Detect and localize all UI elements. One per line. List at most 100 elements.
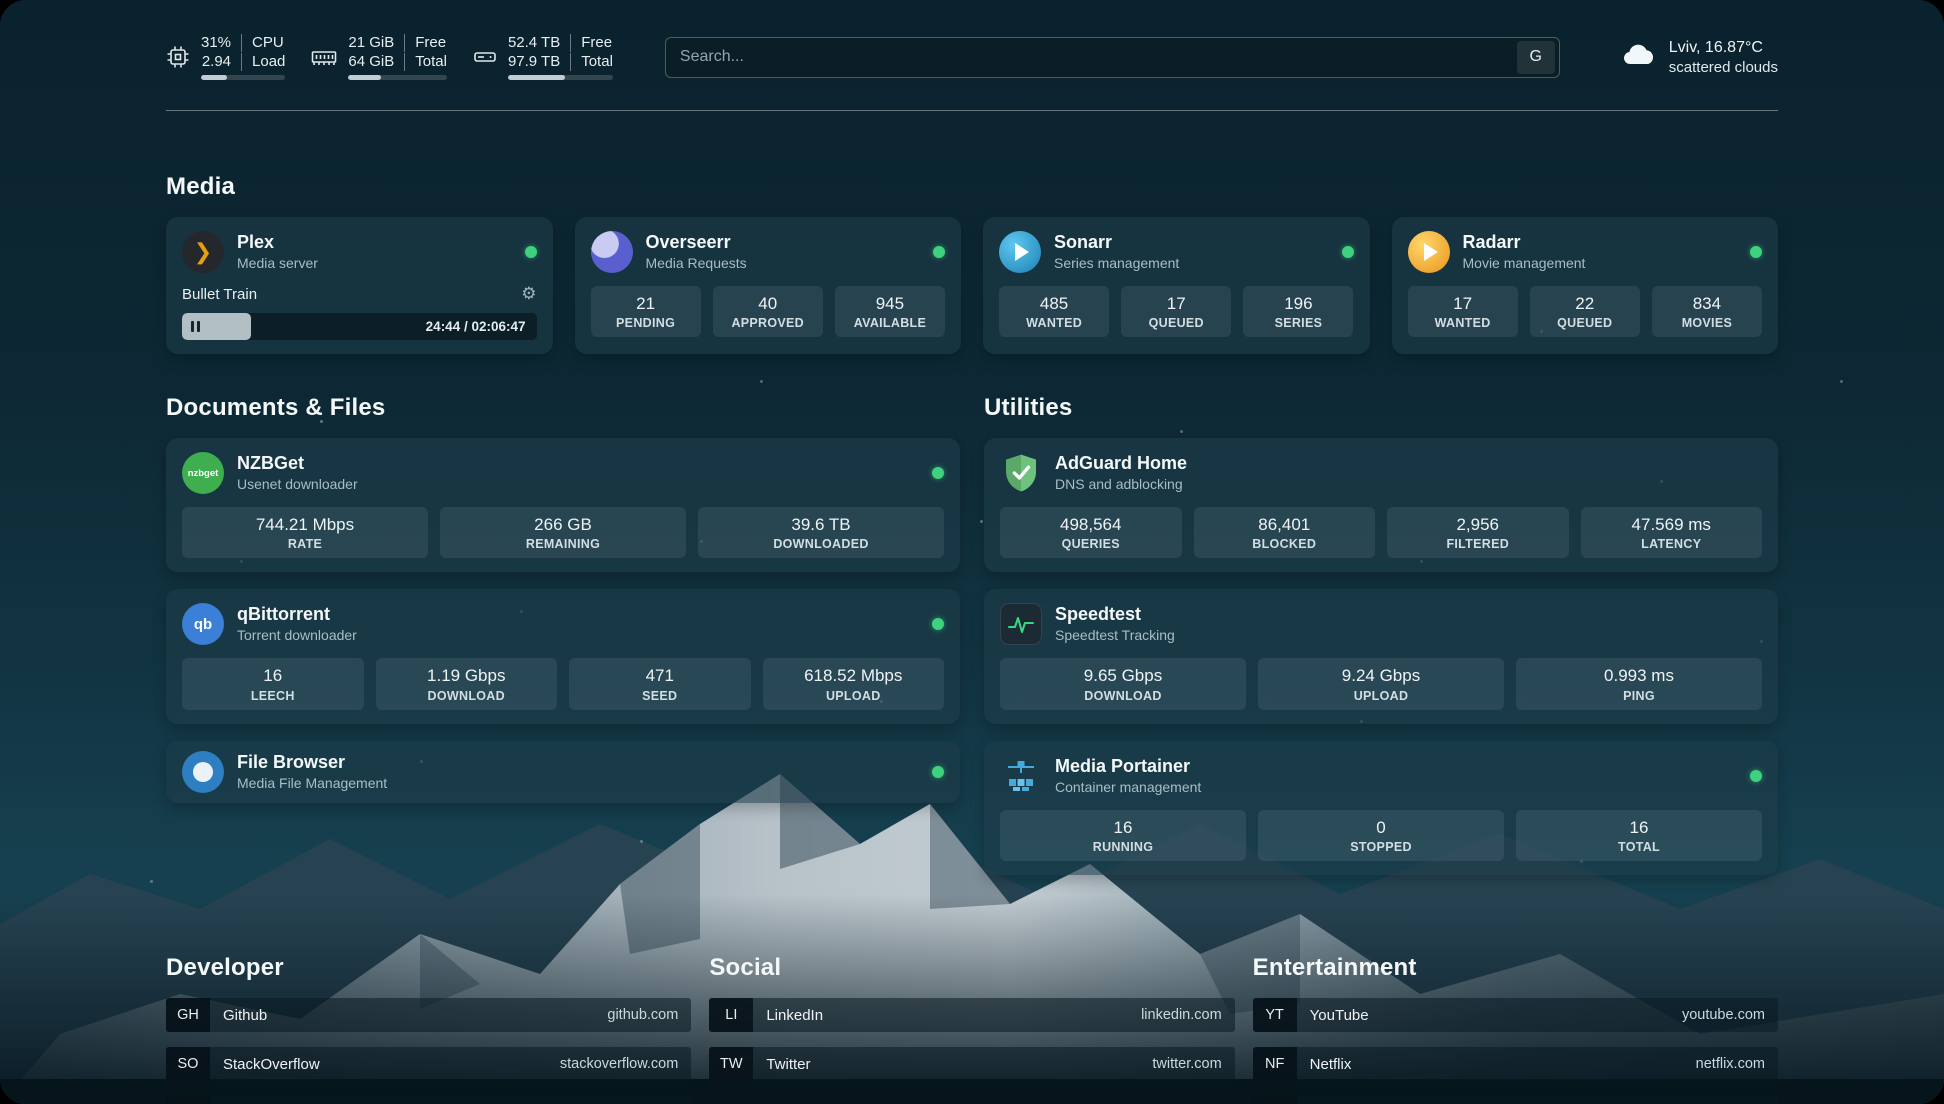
bookmark-url: stackoverflow.com xyxy=(560,1056,691,1072)
app-card-nzbget[interactable]: nzbget NZBGet Usenet downloader 744.21 M… xyxy=(166,438,960,572)
stat-blocked: 86,401 BLOCKED xyxy=(1194,507,1376,558)
stat-latency: 47.569 ms LATENCY xyxy=(1581,507,1763,558)
app-description: Usenet downloader xyxy=(237,476,358,492)
pause-icon[interactable] xyxy=(191,321,200,332)
status-online-dot xyxy=(1750,770,1762,782)
stat-ping: 0.993 ms PING xyxy=(1516,658,1762,709)
app-card-plex[interactable]: ❯ Plex Media server Bullet Train ⚙ 24:44… xyxy=(166,217,553,354)
disk-usage-widget: 52.4 TB Free 97.9 TB Total xyxy=(473,34,613,80)
bookmarks-developer: Developer GH Github github.com SO StackO… xyxy=(166,954,691,1104)
app-name: Media Portainer xyxy=(1055,757,1201,777)
stat-wanted: 485 WANTED xyxy=(999,286,1109,337)
stat-pending: 21 PENDING xyxy=(591,286,701,337)
plex-playback-time: 24:44 / 02:06:47 xyxy=(426,313,526,340)
app-description: Media server xyxy=(237,255,318,271)
app-card-adguard[interactable]: AdGuard Home DNS and adblocking 498,564 … xyxy=(984,438,1778,572)
bookmark-youtube[interactable]: YT YouTube youtube.com xyxy=(1253,998,1778,1032)
weather-condition: scattered clouds xyxy=(1669,59,1778,76)
search-engine-badge[interactable]: G xyxy=(1517,41,1555,74)
portainer-icon xyxy=(1000,755,1042,797)
app-card-filebrowser[interactable]: File Browser Media File Management xyxy=(166,741,960,803)
app-name: Sonarr xyxy=(1054,233,1179,253)
search-bar[interactable]: G xyxy=(665,37,1560,78)
plex-now-playing-title: Bullet Train xyxy=(182,286,257,303)
app-card-qbittorrent[interactable]: qb qBittorrent Torrent downloader 16 LEE… xyxy=(166,589,960,723)
section-title-developer: Developer xyxy=(166,954,691,982)
section-title-media: Media xyxy=(166,173,1778,201)
dashboard-screen: 31% CPU 2.94 Load 21 xyxy=(0,0,1944,1104)
bookmarks-entertainment: Entertainment YT YouTube youtube.com NF … xyxy=(1253,954,1778,1104)
stat-available: 945 AVAILABLE xyxy=(835,286,945,337)
stat-seed: 471 SEED xyxy=(569,658,751,709)
status-online-dot xyxy=(932,467,944,479)
app-description: DNS and adblocking xyxy=(1055,476,1187,492)
utilities-column: Utilities AdGuard Home xyxy=(984,394,1778,892)
app-description: Speedtest Tracking xyxy=(1055,627,1175,643)
bookmark-url: netflix.com xyxy=(1696,1056,1778,1072)
overseerr-icon xyxy=(591,231,633,273)
filebrowser-icon xyxy=(182,751,224,793)
plex-progress-fill xyxy=(182,313,251,340)
disk-progress-bar xyxy=(508,75,613,80)
bookmark-url: github.com xyxy=(607,1007,691,1023)
app-card-radarr[interactable]: Radarr Movie management 17 WANTED 22 QUE… xyxy=(1392,217,1779,354)
documents-column: Documents & Files nzbget NZBGet Usenet d… xyxy=(166,394,960,892)
status-online-dot xyxy=(932,766,944,778)
plex-icon: ❯ xyxy=(182,231,224,273)
app-name: Speedtest xyxy=(1055,605,1175,625)
bookmark-url: twitter.com xyxy=(1152,1056,1234,1072)
app-card-portainer[interactable]: Media Portainer Container management 16 … xyxy=(984,741,1778,875)
bookmark-linkedin[interactable]: LI LinkedIn linkedin.com xyxy=(709,998,1234,1032)
stat-queries: 498,564 QUERIES xyxy=(1000,507,1182,558)
app-card-speedtest[interactable]: Speedtest Speedtest Tracking 9.65 Gbps D… xyxy=(984,589,1778,723)
status-online-dot xyxy=(933,246,945,258)
stat-movies: 834 MOVIES xyxy=(1652,286,1762,337)
disk-label-bottom: Total xyxy=(570,53,613,71)
stat-download: 9.65 Gbps DOWNLOAD xyxy=(1000,658,1246,709)
weather-location: Lviv, 16.87°C xyxy=(1669,39,1778,57)
disk-total-value: 97.9 TB xyxy=(508,53,570,71)
status-online-dot xyxy=(932,618,944,630)
bookmark-name: Netflix xyxy=(1297,1056,1352,1073)
bookmark-reddit[interactable]: RE Reddit reddit.com xyxy=(1253,1096,1778,1104)
ram-label-top: Free xyxy=(404,34,447,52)
gear-icon[interactable]: ⚙ xyxy=(521,284,536,304)
stat-running: 16 RUNNING xyxy=(1000,810,1246,861)
cpu-progress-bar xyxy=(201,75,285,80)
cpu-label-bottom: Load xyxy=(241,53,285,71)
github-abbr-icon: GH xyxy=(166,998,210,1032)
disk-free-value: 52.4 TB xyxy=(508,34,570,52)
stat-downloaded: 39.6 TB DOWNLOADED xyxy=(698,507,944,558)
section-title-utilities: Utilities xyxy=(984,394,1778,422)
bookmark-url: youtube.com xyxy=(1682,1007,1778,1023)
app-description: Media Requests xyxy=(646,255,747,271)
weather-widget: Lviv, 16.87°C scattered clouds xyxy=(1620,39,1778,76)
adguard-shield-icon xyxy=(1000,452,1042,494)
app-description: Media File Management xyxy=(237,775,387,791)
status-online-dot xyxy=(525,246,537,258)
dev-abbr-icon: DT xyxy=(166,1096,210,1104)
top-bar: 31% CPU 2.94 Load 21 xyxy=(166,0,1778,80)
cloud-icon xyxy=(1620,41,1656,74)
search-input[interactable] xyxy=(680,48,1517,66)
app-card-overseerr[interactable]: Overseerr Media Requests 21 PENDING 40 A… xyxy=(575,217,962,354)
stat-stopped: 0 STOPPED xyxy=(1258,810,1504,861)
app-name: File Browser xyxy=(237,753,387,773)
bookmark-dev[interactable]: DT DEV dev.to xyxy=(166,1096,691,1104)
stat-series: 196 SERIES xyxy=(1243,286,1353,337)
stackoverflow-abbr-icon: SO xyxy=(166,1047,210,1081)
bookmark-twitter[interactable]: TW Twitter twitter.com xyxy=(709,1047,1234,1081)
header-divider xyxy=(166,110,1778,111)
plex-player-bar[interactable]: 24:44 / 02:06:47 xyxy=(182,313,537,340)
bookmark-stackoverflow[interactable]: SO StackOverflow stackoverflow.com xyxy=(166,1047,691,1081)
app-name: NZBGet xyxy=(237,454,358,474)
app-card-sonarr[interactable]: Sonarr Series management 485 WANTED 17 Q… xyxy=(983,217,1370,354)
cpu-percent-value: 31% xyxy=(201,34,241,52)
bookmark-github[interactable]: GH Github github.com xyxy=(166,998,691,1032)
stat-queued: 22 QUEUED xyxy=(1530,286,1640,337)
status-online-dot xyxy=(1342,246,1354,258)
bookmark-netflix[interactable]: NF Netflix netflix.com xyxy=(1253,1047,1778,1081)
app-description: Torrent downloader xyxy=(237,627,357,643)
sonarr-icon xyxy=(999,231,1041,273)
bookmark-url: linkedin.com xyxy=(1141,1007,1235,1023)
